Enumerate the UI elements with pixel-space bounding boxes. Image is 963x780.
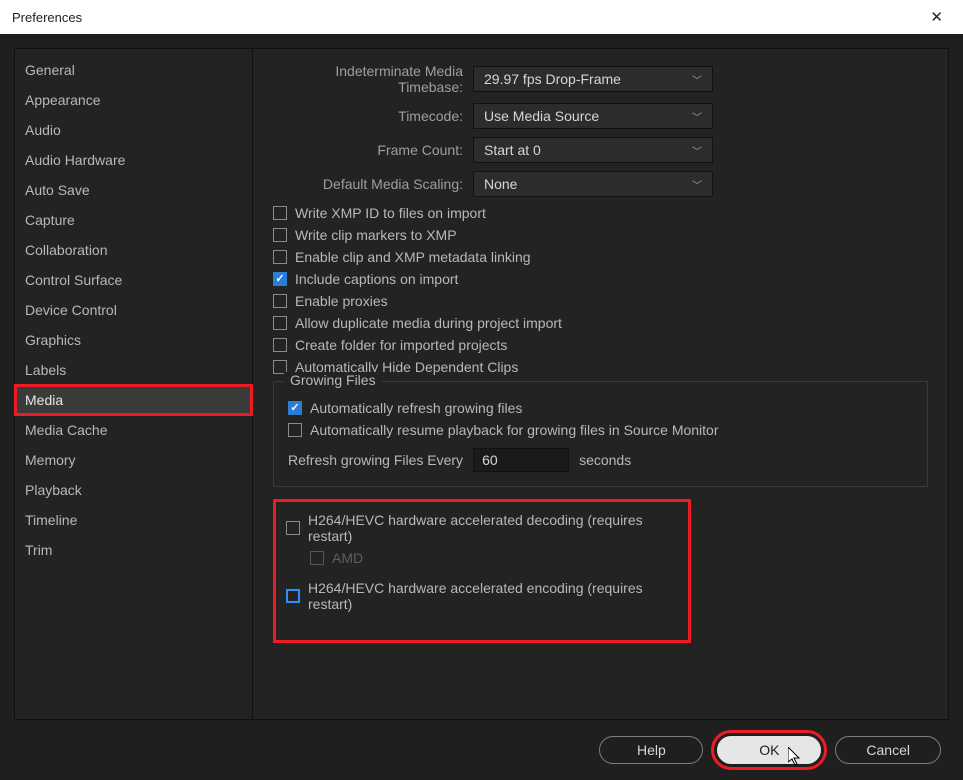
close-icon[interactable]: ✕: [922, 4, 951, 30]
ok-button[interactable]: OK: [717, 736, 821, 764]
sidebar-item-capture[interactable]: Capture: [15, 205, 252, 235]
checkbox-allow-duplicate[interactable]: [273, 316, 287, 330]
row-default-scaling: Default Media Scaling: None ﹀: [273, 171, 928, 197]
chevron-down-icon: ﹀: [692, 72, 702, 87]
check-label: Write clip markers to XMP: [295, 227, 457, 243]
sidebar-item-media-cache[interactable]: Media Cache: [15, 415, 252, 445]
check-auto-resume-growing: Automatically resume playback for growin…: [288, 422, 913, 438]
label-timecode: Timecode:: [273, 108, 473, 124]
dialog-body: General Appearance Audio Audio Hardware …: [0, 34, 963, 780]
label-refresh-interval: Refresh growing Files Every: [288, 452, 463, 468]
row-timecode: Timecode: Use Media Source ﹀: [273, 103, 928, 129]
row-refresh-interval: Refresh growing Files Every seconds: [288, 448, 913, 472]
title-bar: Preferences ✕: [0, 0, 963, 34]
content-area: Indeterminate Media Timebase: 29.97 fps …: [253, 49, 948, 719]
checkbox-enable-link[interactable]: [273, 250, 287, 264]
check-label: Allow duplicate media during project imp…: [295, 315, 562, 331]
check-hw-decoding: H264/HEVC hardware accelerated decoding …: [286, 512, 678, 544]
dropdown-timecode[interactable]: Use Media Source ﹀: [473, 103, 713, 129]
sidebar-item-graphics[interactable]: Graphics: [15, 325, 252, 355]
highlight-hardware-section: H264/HEVC hardware accelerated decoding …: [273, 499, 691, 643]
sidebar-item-media[interactable]: Media: [15, 385, 252, 415]
chevron-down-icon: ﹀: [692, 177, 702, 192]
label-indeterminate-timebase: Indeterminate Media Timebase:: [273, 63, 473, 95]
help-button[interactable]: Help: [599, 736, 703, 764]
sidebar-item-timeline[interactable]: Timeline: [15, 505, 252, 535]
row-indeterminate-timebase: Indeterminate Media Timebase: 29.97 fps …: [273, 63, 928, 95]
group-growing-files: Growing Files Automatically refresh grow…: [273, 381, 928, 487]
sidebar-item-device-control[interactable]: Device Control: [15, 295, 252, 325]
check-enable-link: Enable clip and XMP metadata linking: [273, 249, 928, 265]
check-include-captions: Include captions on import: [273, 271, 928, 287]
dropdown-frame-count[interactable]: Start at 0 ﹀: [473, 137, 713, 163]
sidebar-item-memory[interactable]: Memory: [15, 445, 252, 475]
window-title: Preferences: [12, 10, 82, 25]
dropdown-value: Use Media Source: [484, 108, 599, 124]
checkbox-hw-encoding[interactable]: [286, 589, 300, 603]
check-enable-proxies: Enable proxies: [273, 293, 928, 309]
cancel-button[interactable]: Cancel: [835, 736, 941, 764]
check-hw-amd: AMD: [286, 550, 678, 566]
sidebar-item-audio[interactable]: Audio: [15, 115, 252, 145]
check-write-xmp-id: Write XMP ID to files on import: [273, 205, 928, 221]
check-label: Include captions on import: [295, 271, 458, 287]
sidebar-item-audio-hardware[interactable]: Audio Hardware: [15, 145, 252, 175]
checkbox-include-captions[interactable]: [273, 272, 287, 286]
sidebar-item-labels[interactable]: Labels: [15, 355, 252, 385]
chevron-down-icon: ﹀: [692, 143, 702, 158]
checkbox-auto-resume-growing[interactable]: [288, 423, 302, 437]
main-panel: General Appearance Audio Audio Hardware …: [14, 48, 949, 720]
check-label: H264/HEVC hardware accelerated decoding …: [308, 512, 678, 544]
dropdown-value: 29.97 fps Drop-Frame: [484, 71, 621, 87]
check-allow-duplicate: Allow duplicate media during project imp…: [273, 315, 928, 331]
sidebar-item-general[interactable]: General: [15, 55, 252, 85]
dropdown-indeterminate-timebase[interactable]: 29.97 fps Drop-Frame ﹀: [473, 66, 713, 92]
sidebar-item-playback[interactable]: Playback: [15, 475, 252, 505]
dropdown-value: Start at 0: [484, 142, 541, 158]
check-label: Write XMP ID to files on import: [295, 205, 486, 221]
check-auto-refresh-growing: Automatically refresh growing files: [288, 400, 913, 416]
sidebar-item-collaboration[interactable]: Collaboration: [15, 235, 252, 265]
label-default-scaling: Default Media Scaling:: [273, 176, 473, 192]
sidebar-item-trim[interactable]: Trim: [15, 535, 252, 565]
check-label: Enable clip and XMP metadata linking: [295, 249, 531, 265]
checkbox-auto-refresh-growing[interactable]: [288, 401, 302, 415]
label-seconds: seconds: [579, 452, 631, 468]
sidebar-item-control-surface[interactable]: Control Surface: [15, 265, 252, 295]
sidebar-item-appearance[interactable]: Appearance: [15, 85, 252, 115]
dropdown-value: None: [484, 176, 517, 192]
check-label: AMD: [332, 550, 363, 566]
input-refresh-interval[interactable]: [473, 448, 569, 472]
check-label: Automatically resume playback for growin…: [310, 422, 719, 438]
checkbox-write-clip-markers[interactable]: [273, 228, 287, 242]
sidebar: General Appearance Audio Audio Hardware …: [15, 49, 253, 719]
check-create-folder: Create folder for imported projects: [273, 337, 928, 353]
cursor-icon: [788, 747, 804, 767]
group-title: Growing Files: [284, 372, 382, 388]
check-label: Enable proxies: [295, 293, 388, 309]
checkbox-write-xmp-id[interactable]: [273, 206, 287, 220]
check-label: Automatically refresh growing files: [310, 400, 522, 416]
checkbox-hw-decoding[interactable]: [286, 521, 300, 535]
check-hw-encoding: H264/HEVC hardware accelerated encoding …: [286, 580, 678, 612]
check-label: Create folder for imported projects: [295, 337, 507, 353]
chevron-down-icon: ﹀: [692, 109, 702, 124]
check-label: H264/HEVC hardware accelerated encoding …: [308, 580, 678, 612]
checkbox-enable-proxies[interactable]: [273, 294, 287, 308]
row-frame-count: Frame Count: Start at 0 ﹀: [273, 137, 928, 163]
checkbox-hw-amd: [310, 551, 324, 565]
footer: Help OK Cancel: [14, 720, 949, 768]
label-frame-count: Frame Count:: [273, 142, 473, 158]
dropdown-default-scaling[interactable]: None ﹀: [473, 171, 713, 197]
sidebar-item-auto-save[interactable]: Auto Save: [15, 175, 252, 205]
check-write-clip-markers: Write clip markers to XMP: [273, 227, 928, 243]
checkbox-create-folder[interactable]: [273, 338, 287, 352]
